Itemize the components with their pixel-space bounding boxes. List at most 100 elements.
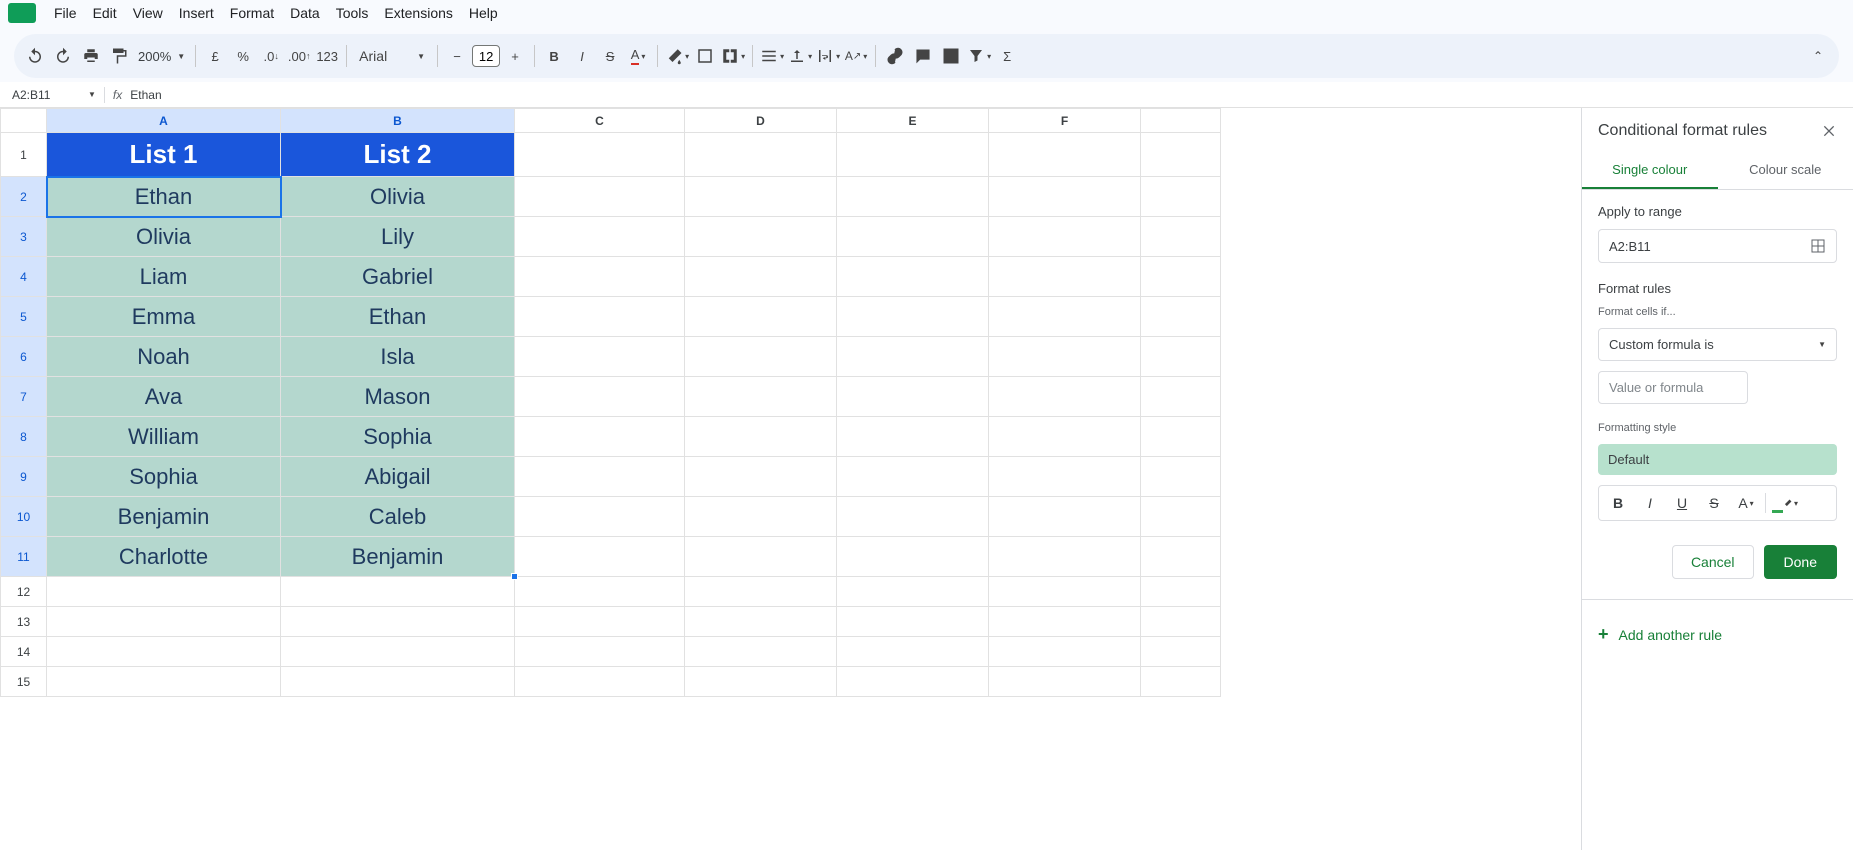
default-style-chip[interactable]: Default bbox=[1598, 444, 1837, 475]
cell-x10[interactable] bbox=[1141, 497, 1221, 537]
cell-A10[interactable]: Benjamin bbox=[47, 497, 281, 537]
row-header-14[interactable]: 14 bbox=[1, 637, 47, 667]
row-header-15[interactable]: 15 bbox=[1, 667, 47, 697]
row-header-11[interactable]: 11 bbox=[1, 537, 47, 577]
cell-D8[interactable] bbox=[685, 417, 837, 457]
cell-x13[interactable] bbox=[1141, 607, 1221, 637]
cell-C2[interactable] bbox=[515, 177, 685, 217]
cell-B12[interactable] bbox=[281, 577, 515, 607]
cell-x5[interactable] bbox=[1141, 297, 1221, 337]
done-button[interactable]: Done bbox=[1764, 545, 1837, 579]
cell-A5[interactable]: Emma bbox=[47, 297, 281, 337]
cell-E4[interactable] bbox=[837, 257, 989, 297]
cell-E6[interactable] bbox=[837, 337, 989, 377]
cell-A13[interactable] bbox=[47, 607, 281, 637]
cell-x12[interactable] bbox=[1141, 577, 1221, 607]
insert-comment-button[interactable] bbox=[910, 42, 936, 70]
paint-format-button[interactable] bbox=[106, 42, 132, 70]
cell-A6[interactable]: Noah bbox=[47, 337, 281, 377]
cell-C8[interactable] bbox=[515, 417, 685, 457]
column-header-E[interactable]: E bbox=[837, 109, 989, 133]
cell-A7[interactable]: Ava bbox=[47, 377, 281, 417]
spreadsheet-area[interactable]: ABCDEF1List 1List 22EthanOlivia3OliviaLi… bbox=[0, 108, 1581, 850]
style-bold-button[interactable]: B bbox=[1605, 490, 1631, 516]
cell-F15[interactable] bbox=[989, 667, 1141, 697]
cell-E5[interactable] bbox=[837, 297, 989, 337]
cell-F14[interactable] bbox=[989, 637, 1141, 667]
font-size-increase-button[interactable]: + bbox=[502, 42, 528, 70]
cell-C6[interactable] bbox=[515, 337, 685, 377]
cell-B5[interactable]: Ethan bbox=[281, 297, 515, 337]
cell-A1[interactable]: List 1 bbox=[47, 133, 281, 177]
cell-D15[interactable] bbox=[685, 667, 837, 697]
row-header-9[interactable]: 9 bbox=[1, 457, 47, 497]
cell-E14[interactable] bbox=[837, 637, 989, 667]
cell-A3[interactable]: Olivia bbox=[47, 217, 281, 257]
cell-F10[interactable] bbox=[989, 497, 1141, 537]
cell-B11[interactable]: Benjamin bbox=[281, 537, 515, 577]
cell-x4[interactable] bbox=[1141, 257, 1221, 297]
horizontal-align-button[interactable]: ▾ bbox=[759, 42, 785, 70]
cell-C1[interactable] bbox=[515, 133, 685, 177]
cell-F12[interactable] bbox=[989, 577, 1141, 607]
fill-color-button[interactable]: ▾ bbox=[664, 42, 690, 70]
cell-E11[interactable] bbox=[837, 537, 989, 577]
cell-B3[interactable]: Lily bbox=[281, 217, 515, 257]
cell-C4[interactable] bbox=[515, 257, 685, 297]
cell-A9[interactable]: Sophia bbox=[47, 457, 281, 497]
cell-F6[interactable] bbox=[989, 337, 1141, 377]
selection-handle[interactable] bbox=[511, 573, 518, 580]
more-formats-button[interactable]: 123 bbox=[314, 42, 340, 70]
font-family-dropdown[interactable]: Arial bbox=[359, 48, 409, 64]
print-button[interactable] bbox=[78, 42, 104, 70]
column-header-A[interactable]: A bbox=[47, 109, 281, 133]
undo-button[interactable] bbox=[22, 42, 48, 70]
cell-D11[interactable] bbox=[685, 537, 837, 577]
cell-x3[interactable] bbox=[1141, 217, 1221, 257]
text-wrap-button[interactable]: ▾ bbox=[815, 42, 841, 70]
cell-x7[interactable] bbox=[1141, 377, 1221, 417]
name-box[interactable]: A2:B11 bbox=[8, 88, 78, 102]
cell-C5[interactable] bbox=[515, 297, 685, 337]
cell-1[interactable] bbox=[1141, 133, 1221, 177]
cell-D5[interactable] bbox=[685, 297, 837, 337]
select-all-cell[interactable] bbox=[1, 109, 47, 133]
cell-B9[interactable]: Abigail bbox=[281, 457, 515, 497]
cancel-button[interactable]: Cancel bbox=[1672, 545, 1754, 579]
cell-F11[interactable] bbox=[989, 537, 1141, 577]
cell-A14[interactable] bbox=[47, 637, 281, 667]
create-filter-button[interactable]: ▾ bbox=[966, 42, 992, 70]
cell-x8[interactable] bbox=[1141, 417, 1221, 457]
cell-F4[interactable] bbox=[989, 257, 1141, 297]
cell-D14[interactable] bbox=[685, 637, 837, 667]
cell-E7[interactable] bbox=[837, 377, 989, 417]
font-size-decrease-button[interactable]: − bbox=[444, 42, 470, 70]
style-italic-button[interactable]: I bbox=[1637, 490, 1663, 516]
increase-decimal-button[interactable]: .00↑ bbox=[286, 42, 312, 70]
cell-x11[interactable] bbox=[1141, 537, 1221, 577]
cell-F13[interactable] bbox=[989, 607, 1141, 637]
cell-x2[interactable] bbox=[1141, 177, 1221, 217]
text-rotation-button[interactable]: A↗▾ bbox=[843, 42, 869, 70]
format-percent-button[interactable]: % bbox=[230, 42, 256, 70]
cell-D6[interactable] bbox=[685, 337, 837, 377]
column-header-B[interactable]: B bbox=[281, 109, 515, 133]
menu-format[interactable]: Format bbox=[222, 1, 282, 25]
menu-help[interactable]: Help bbox=[461, 1, 506, 25]
cell-D13[interactable] bbox=[685, 607, 837, 637]
menu-view[interactable]: View bbox=[125, 1, 171, 25]
cell-F1[interactable] bbox=[989, 133, 1141, 177]
row-header-4[interactable]: 4 bbox=[1, 257, 47, 297]
tab-single-colour[interactable]: Single colour bbox=[1582, 152, 1718, 189]
cell-B6[interactable]: Isla bbox=[281, 337, 515, 377]
insert-link-button[interactable] bbox=[882, 42, 908, 70]
cell-C11[interactable] bbox=[515, 537, 685, 577]
cell-C12[interactable] bbox=[515, 577, 685, 607]
cell-E15[interactable] bbox=[837, 667, 989, 697]
cell-C13[interactable] bbox=[515, 607, 685, 637]
cell-D12[interactable] bbox=[685, 577, 837, 607]
cell-E3[interactable] bbox=[837, 217, 989, 257]
cell-C3[interactable] bbox=[515, 217, 685, 257]
cell-D2[interactable] bbox=[685, 177, 837, 217]
apply-range-input[interactable]: A2:B11 bbox=[1598, 229, 1837, 263]
